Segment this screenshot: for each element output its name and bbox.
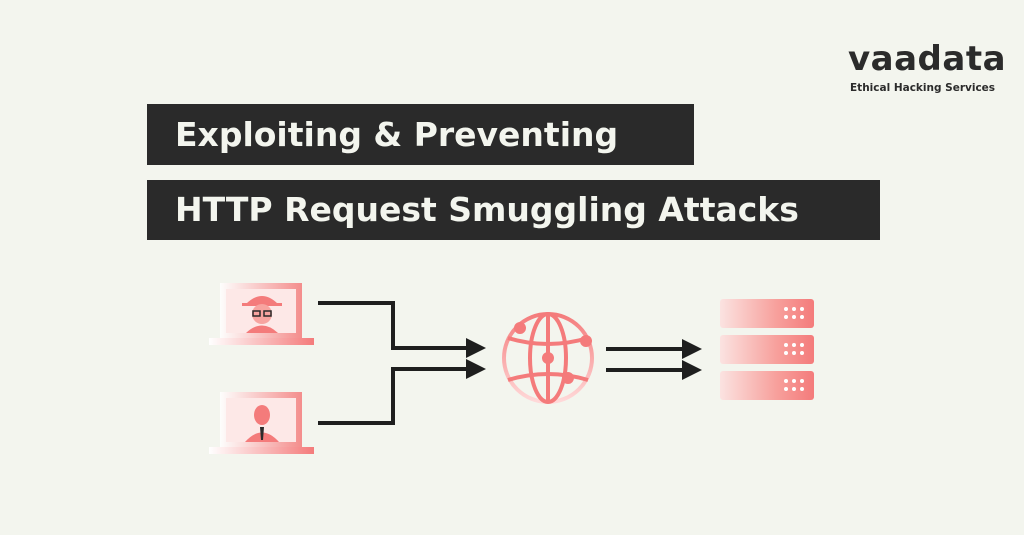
smuggling-diagram (209, 283, 814, 454)
connection-arrows (318, 301, 702, 425)
hacker-laptop-icon (209, 283, 314, 345)
server-stack-icon (720, 299, 814, 400)
user-laptop-icon (209, 392, 314, 454)
globe-proxy-icon (502, 312, 594, 404)
